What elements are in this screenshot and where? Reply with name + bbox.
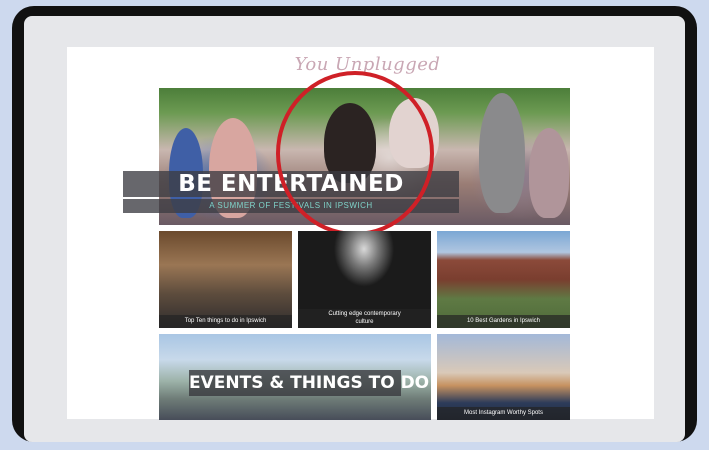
tile-caption-line: Cutting edge contemporary bbox=[328, 311, 401, 317]
tile-caption-line: culture bbox=[355, 319, 374, 325]
tile-best-gardens[interactable]: 10 Best Gardens in Ipswich bbox=[437, 231, 570, 328]
tile-events[interactable]: EVENTS & THINGS TO DO bbox=[159, 334, 431, 420]
events-title: EVENTS & THINGS TO DO bbox=[189, 370, 429, 396]
tile-instagram-spots[interactable]: Most Instagram Worthy Spots bbox=[437, 334, 570, 420]
highlight-circle bbox=[276, 71, 434, 236]
tile-top-ten[interactable]: Top Ten things to do in Ipswich bbox=[159, 231, 292, 328]
tile-caption: Cutting edge contemporary culture bbox=[298, 309, 431, 328]
tile-caption: Most Instagram Worthy Spots bbox=[437, 407, 570, 420]
tile-contemporary-culture[interactable]: Cutting edge contemporary culture bbox=[298, 231, 431, 328]
tile-caption: 10 Best Gardens in Ipswich bbox=[437, 315, 570, 328]
tile-caption: Top Ten things to do in Ipswich bbox=[159, 315, 292, 328]
